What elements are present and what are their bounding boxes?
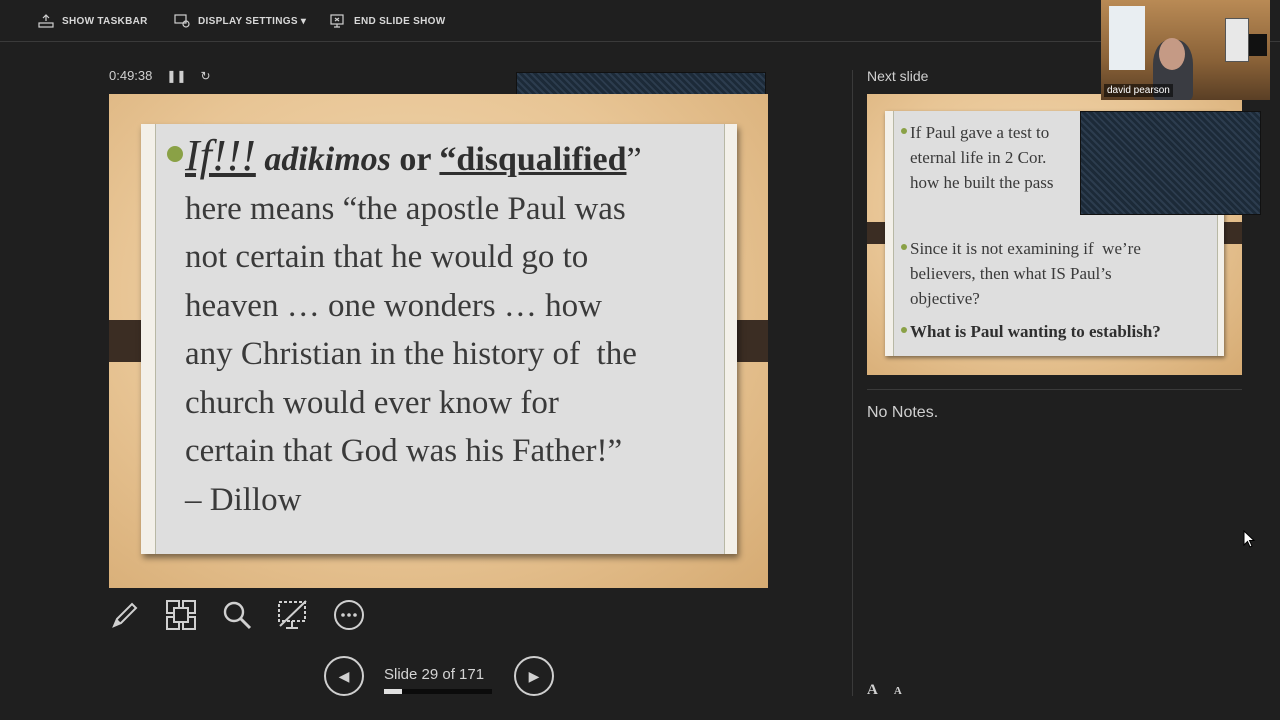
end-slide-show-button[interactable]: END SLIDE SHOW (330, 14, 445, 28)
notes-font-controls: A A (867, 682, 902, 699)
display-settings-icon (174, 14, 190, 28)
end-show-icon (330, 14, 344, 28)
webcam-window (1109, 6, 1145, 70)
presentation-timer: 0:49:38 ❚❚ ↻ (109, 68, 211, 83)
elapsed-time: 0:49:38 (109, 68, 153, 83)
next-b2-line-3: objective? (910, 289, 980, 308)
previous-slide-button[interactable]: ◀ (324, 656, 364, 696)
presenter-toolbar: SHOW TASKBAR DISPLAY SETTINGS ▾ END SLID… (0, 0, 1280, 42)
display-settings-button[interactable]: DISPLAY SETTINGS ▾ (174, 14, 306, 28)
reset-icon[interactable]: ↻ (200, 69, 210, 83)
next-bullet-3 (901, 327, 907, 333)
next-b1-line-2: eternal life in 2 Cor. (910, 148, 1047, 167)
arrow-left-icon: ◀ (338, 667, 350, 684)
mouse-cursor-icon (1243, 530, 1256, 548)
display-settings-label: DISPLAY SETTINGS ▾ (198, 15, 307, 27)
slide-line-6: church would ever know for (185, 384, 559, 421)
webcam-speaker (1249, 34, 1267, 56)
slide-line-4: heaven … one wonders … how (185, 287, 602, 324)
taskbar-icon (38, 14, 54, 28)
webcam-thumbnail[interactable]: david pearson (1101, 0, 1270, 100)
zoom-icon[interactable] (220, 598, 254, 632)
slide-line-2: here means “the apostle Paul was (185, 190, 626, 227)
arrow-right-icon: ▶ (528, 667, 540, 684)
current-slide[interactable]: If!!! adikimos or “disqualified” here me… (109, 94, 768, 588)
slide-navigation: ◀ Slide 29 of 171 ▶ (324, 656, 554, 698)
more-options-icon[interactable] (332, 598, 366, 632)
slide-line-3: not certain that he would go to (185, 239, 589, 275)
webcam-poster (1225, 18, 1249, 62)
slide-progress-fill (384, 689, 403, 694)
redacted-overlay (1080, 111, 1261, 215)
decrease-font-button[interactable]: A (894, 682, 902, 699)
slide-progress-bar (384, 689, 492, 694)
slide-counter[interactable]: Slide 29 of 171 (384, 666, 484, 683)
next-bullet-3-text: What is Paul wanting to establish? (910, 322, 1161, 341)
slide-adikimos: adikimos (264, 141, 391, 178)
slide-line-1: If!!! adikimos or “disqualified” (185, 131, 715, 185)
slide-disqualified: “disqualified (439, 141, 627, 178)
next-b2-line-2: believers, then what IS Paul’s (910, 264, 1112, 283)
pane-divider[interactable] (852, 70, 853, 696)
pen-icon[interactable] (108, 598, 142, 632)
speaker-notes: No Notes. (867, 404, 939, 421)
next-bullet-2-text: Since it is not examining if we’re belie… (910, 236, 1141, 311)
participant-name: david pearson (1104, 84, 1173, 97)
slide-line-7: certain that God was his Father!” (185, 433, 623, 469)
black-screen-icon[interactable] (276, 598, 310, 632)
slide-line-8: – Dillow (185, 481, 302, 518)
slides-grid-icon[interactable] (164, 598, 198, 632)
slide-text: If!!! adikimos or “disqualified” here me… (155, 131, 715, 524)
next-bullet-1 (901, 128, 907, 134)
pause-icon[interactable]: ❚❚ (166, 69, 186, 83)
show-taskbar-button[interactable]: SHOW TASKBAR (38, 14, 148, 28)
slide-or: or (399, 141, 431, 178)
next-bullet-2 (901, 244, 907, 250)
increase-font-button[interactable]: A (867, 682, 878, 699)
slide-line-5: any Christian in the history of the (185, 336, 637, 372)
show-taskbar-label: SHOW TASKBAR (62, 15, 148, 27)
next-slide-button[interactable]: ▶ (514, 656, 554, 696)
next-bullet-1-text: If Paul gave a test to eternal life in 2… (910, 120, 1054, 195)
slide-tools (108, 598, 366, 632)
webcam-face (1159, 38, 1185, 70)
slide-if: If!!! (185, 131, 256, 180)
next-b1-line-3: how he built the pass (910, 173, 1054, 192)
end-slide-show-label: END SLIDE SHOW (354, 15, 446, 27)
next-slide-label: Next slide (867, 68, 929, 84)
next-b1-line-1: If Paul gave a test to (910, 123, 1050, 142)
next-b2-line-1: Since it is not examining if we’re (910, 239, 1141, 258)
notes-separator (867, 389, 1242, 390)
slide-quote-end: ” (626, 141, 642, 178)
